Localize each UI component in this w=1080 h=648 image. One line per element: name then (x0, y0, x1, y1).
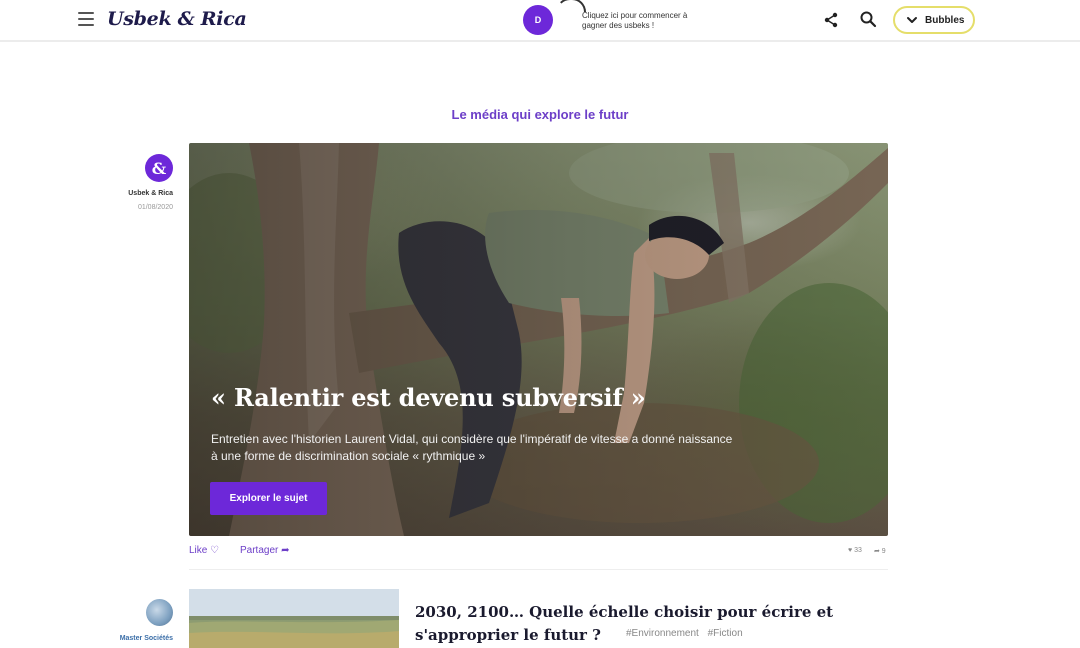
site-logo[interactable]: Usbek & Rica (107, 8, 247, 30)
hero-article-card[interactable]: « Ralentir est devenu subversif » Entret… (189, 143, 888, 536)
site-tagline: Le média qui explore le futur (451, 107, 629, 122)
share-button[interactable]: Partager ➦ (240, 545, 290, 556)
hero-title[interactable]: « Ralentir est devenu subversif » (211, 383, 646, 412)
article-tags: #Environnement #Fiction (626, 628, 749, 639)
landscape-image (189, 589, 399, 648)
likes-count: ♥ 33 (848, 547, 862, 554)
bubbles-button[interactable]: Bubbles (893, 6, 975, 34)
publish-date: 01/08/2020 (137, 204, 173, 211)
hero-description: Entretien avec l'historien Laurent Vidal… (211, 432, 733, 463)
tag-environnement[interactable]: #Environnement (626, 628, 699, 639)
tag-fiction[interactable]: #Fiction (708, 628, 743, 639)
author-name[interactable]: Usbek & Rica (100, 190, 173, 197)
chevron-down-icon (907, 17, 917, 23)
author-avatar[interactable]: & (145, 154, 173, 182)
shares-count: ➦ 9 (874, 548, 886, 555)
share-icon[interactable] (822, 11, 840, 29)
explore-topic-button[interactable]: Explorer le sujet (210, 482, 327, 515)
divider (189, 569, 888, 570)
like-button[interactable]: Like ♡ (189, 545, 219, 556)
author-name[interactable]: Master Sociétés (100, 635, 173, 642)
hero-overlay (189, 143, 888, 536)
article-thumbnail[interactable] (189, 589, 399, 648)
author-avatar[interactable] (146, 599, 173, 626)
onboarding-hint: Cliquez ici pour commencer à gagner des … (582, 11, 688, 30)
menu-icon[interactable] (78, 12, 94, 26)
top-header: Usbek & Rica D Cliquez ici pour commence… (0, 0, 1080, 42)
article-title[interactable]: 2030, 2100… Quelle échelle choisir pour … (415, 601, 885, 647)
user-avatar[interactable]: D (523, 5, 553, 35)
search-icon[interactable] (859, 10, 877, 28)
bubbles-label: Bubbles (925, 14, 965, 26)
